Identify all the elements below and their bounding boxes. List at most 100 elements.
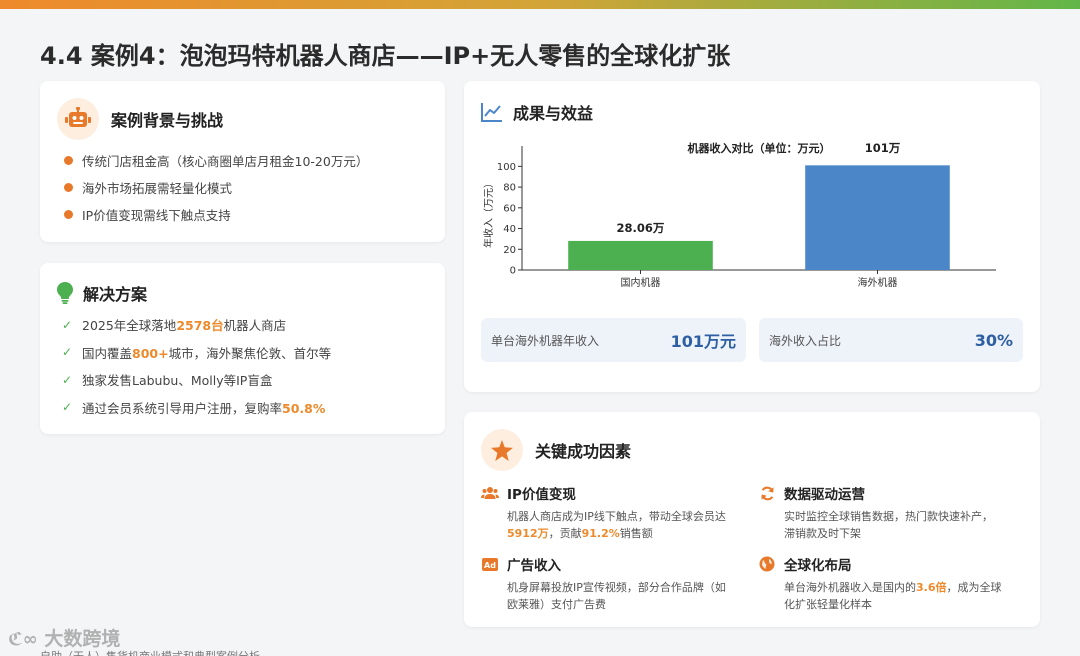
factor-text-part: ，贡献	[548, 527, 582, 540]
watermark-symbol-icon: ℭ∞	[8, 629, 38, 650]
factor-ad-revenue: Ad 广告收入 机身屏幕投放IP宣传视频，部分合作品牌（如欧莱雅）支付广告费	[481, 554, 726, 613]
bullet-dot-icon	[64, 183, 73, 192]
solution-text-part: 机器人商店	[223, 318, 287, 334]
background-card: 案例背景与挑战 传统门店租金高（核心商圈单店月租金10-20万元） 海外市场拓展需…	[40, 81, 445, 242]
stat-overseas-share-label: 海外收入占比	[769, 333, 842, 348]
factor-highlight: 3.6倍	[916, 581, 947, 594]
solution-item-text: 独家发售Labubu、Molly等IP盲盒	[82, 370, 272, 389]
solution-text-part: 通过会员系统引导用户注册，复购率	[82, 400, 283, 416]
background-card-header: 案例背景与挑战	[57, 98, 223, 140]
top-gradient-bar	[0, 0, 1080, 9]
solution-item-text: 通过会员系统引导用户注册，复购率50.8%	[82, 398, 325, 417]
bullet-dot-icon	[64, 210, 73, 219]
users-icon	[481, 484, 499, 502]
factor-ip-value: IP价值变现 机器人商店成为IP线下触点，带动全球会员达 5912万，贡献91.2…	[481, 483, 726, 542]
solution-item-text: 2025年全球落地2578台机器人商店	[82, 315, 286, 334]
globe-icon	[758, 555, 776, 573]
solution-item: ✓ 2025年全球落地2578台机器人商店	[62, 311, 437, 339]
page-title: 4.4 案例4：泡泡玛特机器人商店——IP+无人零售的全球化扩张	[40, 42, 731, 70]
solution-text-part: 国内覆盖	[82, 345, 133, 361]
robot-icon	[57, 98, 99, 140]
watermark-text: 大数跨境	[44, 628, 121, 650]
factor-data-driven-title: 数据驱动运营	[784, 487, 865, 503]
factor-global-layout: 全球化布局 单台海外机器收入是国内的3.6倍，成为全球化扩张轻量化样本	[758, 554, 1003, 613]
solution-item: ✓ 通过会员系统引导用户注册，复购率50.8%	[62, 394, 437, 422]
ad-icon: Ad	[481, 555, 499, 573]
factor-ip-value-desc: 机器人商店成为IP线下触点，带动全球会员达 5912万，贡献91.2%销售额	[507, 508, 726, 542]
y-tick-label: 80	[503, 183, 516, 194]
bullet-dot-icon	[64, 156, 73, 165]
solution-highlight: 2578台	[176, 318, 224, 334]
stat-overseas-share: 海外收入占比 30%	[759, 318, 1023, 362]
background-item-text: 海外市场拓展需轻量化模式	[82, 181, 233, 196]
background-list: 传统门店租金高（核心商圈单店月租金10-20万元） 海外市场拓展需轻量化模式 IP价…	[64, 147, 434, 228]
factor-data-driven-desc: 实时监控全球销售数据，热门款快速补产，滞销款及时下架	[784, 508, 1003, 542]
footnote-source: 自助（无人）售货机商业模式和典型案例分析	[40, 648, 260, 656]
factors-card-header: 关键成功因素	[481, 429, 631, 471]
line-chart-icon	[481, 102, 503, 122]
factor-highlight: 5912万	[507, 527, 549, 540]
solution-item: ✓ 独家发售Labubu、Molly等IP盲盒	[62, 366, 437, 394]
factor-data-driven: 数据驱动运营 实时监控全球销售数据，热门款快速补产，滞销款及时下架	[758, 483, 1003, 542]
solution-list: ✓ 2025年全球落地2578台机器人商店 ✓ 国内覆盖800+城市，海外聚焦伦敦、首…	[62, 311, 437, 421]
factor-text-part: 机身屏幕投放IP宣传视频，部分合作品牌（如欧莱雅）支付广告费	[507, 581, 726, 611]
sync-icon	[758, 484, 776, 502]
x-tick-label: 海外机器	[858, 276, 898, 289]
bar-data-label: 28.06万	[617, 221, 665, 235]
factors-card: 关键成功因素 IP价值变现 机器人商店成为IP线下触点，带动全球会员达 5912万…	[464, 412, 1040, 627]
solution-card: 解决方案 ✓ 2025年全球落地2578台机器人商店 ✓ 国内覆盖800+城市，海外聚…	[40, 263, 445, 434]
factor-text-part: 单台海外机器收入是国内的	[784, 581, 916, 594]
solution-text-part: 城市，海外聚焦伦敦、首尔等	[168, 345, 332, 361]
factor-text-part: 机器人商店成为IP线下触点，带动全球会员达	[507, 510, 726, 523]
factor-global-layout-desc: 单台海外机器收入是国内的3.6倍，成为全球化扩张轻量化样本	[784, 579, 1003, 613]
y-tick-label: 100	[497, 162, 516, 173]
stat-overseas-revenue-label: 单台海外机器年收入	[491, 333, 600, 348]
star-icon	[481, 429, 523, 471]
solution-text-part: 独家发售Labubu、Molly等IP盲盒	[82, 373, 273, 389]
y-axis-label: 年收入（万元）	[482, 178, 495, 248]
stat-overseas-share-value: 30%	[974, 330, 1013, 350]
results-card: 成果与效益 机器收入对比（单位：万元） 0 20 40 60 80 100 年收入（万元） 国内…	[464, 81, 1040, 392]
factors-card-title: 关键成功因素	[535, 442, 632, 461]
lightbulb-icon	[55, 282, 75, 304]
y-tick-label: 20	[503, 245, 516, 256]
check-icon: ✓	[62, 372, 73, 387]
y-tick-label: 60	[503, 203, 516, 214]
solution-item-text: 国内覆盖800+城市，海外聚焦伦敦、首尔等	[82, 343, 331, 362]
bar-overseas	[805, 165, 950, 270]
solution-item: ✓ 国内覆盖800+城市，海外聚焦伦敦、首尔等	[62, 339, 437, 367]
factor-ad-revenue-desc: 机身屏幕投放IP宣传视频，部分合作品牌（如欧莱雅）支付广告费	[507, 579, 726, 613]
check-icon: ✓	[62, 317, 73, 332]
y-tick-label: 40	[503, 224, 516, 235]
background-item: 传统门店租金高（核心商圈单店月租金10-20万元）	[64, 147, 434, 174]
check-icon: ✓	[62, 345, 73, 360]
svg-text:Ad: Ad	[484, 560, 496, 569]
background-card-title: 案例背景与挑战	[111, 111, 224, 130]
results-card-header: 成果与效益	[481, 100, 593, 124]
factor-highlight: 91.2%	[581, 527, 620, 540]
background-item: 海外市场拓展需轻量化模式	[64, 174, 434, 201]
factor-text-part: 实时监控全球销售数据，热门款快速补产，滞销款及时下架	[784, 510, 993, 540]
background-item-text: 传统门店租金高（核心商圈单店月租金10-20万元）	[82, 154, 369, 169]
background-item-text: IP价值变现需线下触点支持	[82, 208, 231, 223]
stat-overseas-revenue: 单台海外机器年收入 101万元	[481, 318, 746, 362]
factor-ip-value-title: IP价值变现	[507, 487, 576, 503]
stat-overseas-revenue-value: 101万元	[670, 332, 736, 351]
y-tick-label: 0	[510, 266, 516, 277]
factor-ad-revenue-title: 广告收入	[507, 558, 561, 574]
solution-text-part: 2025年全球落地	[82, 318, 177, 334]
watermark-logo: ℭ∞ 大数跨境	[8, 624, 120, 651]
check-icon: ✓	[62, 400, 73, 415]
solution-highlight: 50.8%	[282, 400, 326, 416]
chart-title: 机器收入对比（单位：万元）	[688, 141, 831, 155]
factor-text-part: 销售额	[619, 527, 653, 540]
solution-highlight: 800+	[132, 345, 169, 361]
results-card-title: 成果与效益	[513, 104, 594, 123]
solution-card-title: 解决方案	[83, 285, 148, 304]
x-tick-label: 国内机器	[621, 276, 661, 289]
factor-global-layout-title: 全球化布局	[784, 558, 852, 574]
background-item: IP价值变现需线下触点支持	[64, 201, 434, 228]
bar-domestic	[568, 240, 713, 270]
solution-card-header: 解决方案	[55, 281, 147, 305]
bar-data-label: 101万	[865, 141, 901, 155]
